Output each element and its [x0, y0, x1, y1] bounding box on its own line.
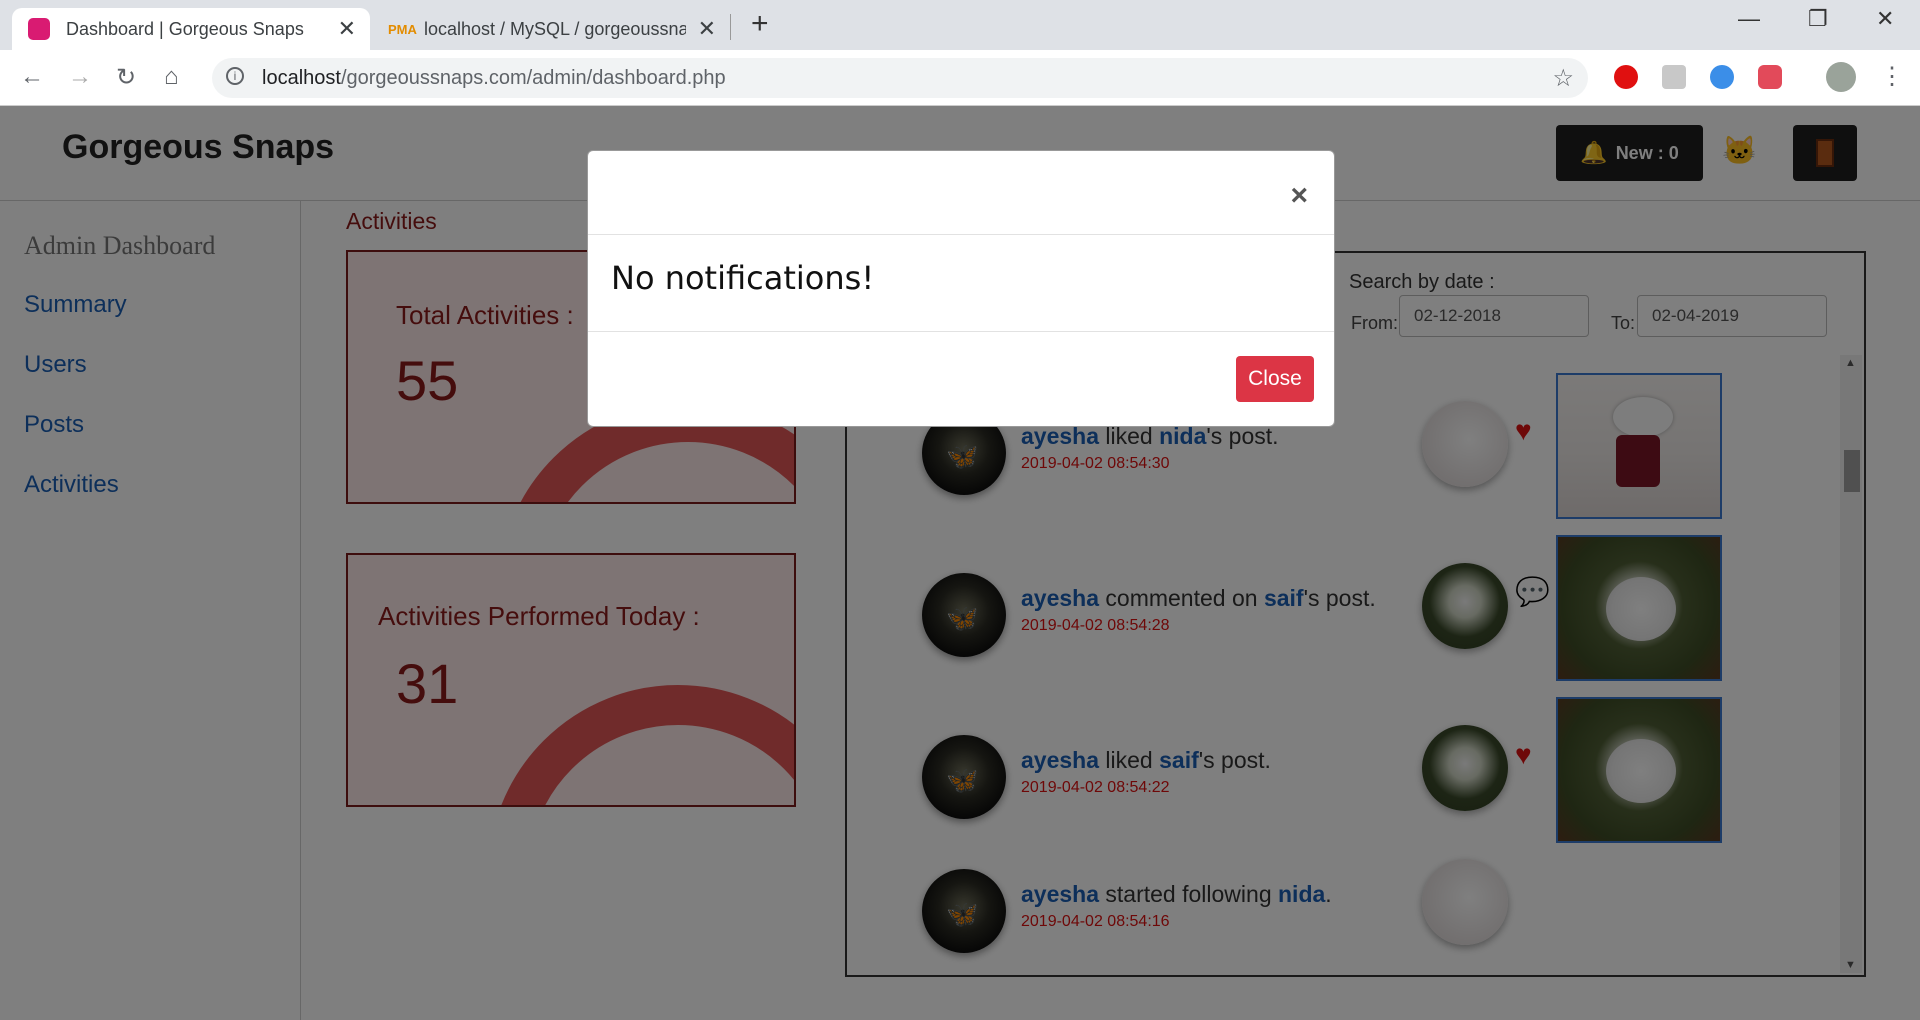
- url-text: localhost/gorgeoussnaps.com/admin/dashbo…: [262, 67, 726, 89]
- menu-icon[interactable]: ⋮: [1880, 62, 1904, 91]
- close-tab-icon[interactable]: ✕: [698, 16, 716, 42]
- tab-title: localhost / MySQL / gorgeoussna: [424, 18, 686, 39]
- globe-extension-icon[interactable]: [1710, 65, 1734, 89]
- modal-footer: Close: [588, 331, 1334, 427]
- pma-favicon-icon: PMA: [388, 21, 417, 37]
- restore-icon[interactable]: ❐: [1808, 6, 1828, 32]
- window-close-icon[interactable]: ✕: [1876, 6, 1894, 32]
- back-icon[interactable]: ←: [20, 63, 44, 91]
- opera-extension-icon[interactable]: [1614, 65, 1638, 89]
- close-button[interactable]: Close: [1236, 356, 1314, 402]
- tab-dashboard[interactable]: Dashboard | Gorgeous Snaps ✕: [12, 8, 370, 50]
- forward-icon[interactable]: →: [68, 63, 92, 91]
- bookmark-star-icon[interactable]: ☆: [1552, 64, 1574, 93]
- minimize-icon[interactable]: —: [1738, 6, 1760, 32]
- modal-close-icon[interactable]: ×: [1290, 181, 1308, 211]
- browser-tabstrip: Dashboard | Gorgeous Snaps ✕ PMA localho…: [0, 0, 1920, 50]
- browser-toolbar: ← → ↻ ⌂ i localhost/gorgeoussnaps.com/ad…: [0, 50, 1920, 106]
- profile-avatar[interactable]: [1826, 62, 1856, 92]
- tab-phpmyadmin[interactable]: PMA localhost / MySQL / gorgeoussna ✕: [372, 8, 730, 50]
- cube-extension-icon[interactable]: [1662, 65, 1686, 89]
- wamp-favicon-icon: [28, 18, 50, 40]
- notifications-modal: × No notifications! Close: [587, 150, 1335, 427]
- modal-message: No notifications!: [611, 259, 875, 297]
- tab-title: Dashboard | Gorgeous Snaps: [66, 18, 304, 39]
- home-icon[interactable]: ⌂: [164, 63, 179, 91]
- address-bar[interactable]: i localhost/gorgeoussnaps.com/admin/dash…: [212, 58, 1588, 98]
- new-tab-icon[interactable]: +: [751, 7, 769, 41]
- shield-extension-icon[interactable]: [1758, 65, 1782, 89]
- site-info-icon[interactable]: i: [226, 67, 244, 85]
- tab-divider: [730, 14, 731, 40]
- close-tab-icon[interactable]: ✕: [338, 16, 356, 42]
- modal-header: ×: [588, 151, 1334, 235]
- reload-icon[interactable]: ↻: [116, 63, 136, 92]
